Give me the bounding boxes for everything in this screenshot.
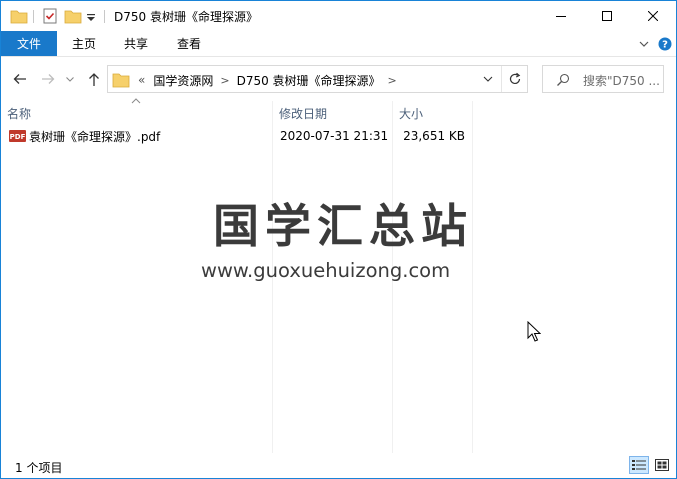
chevron-right-icon[interactable]: > xyxy=(388,74,397,87)
breadcrumb-item[interactable]: 国学资源网 xyxy=(153,72,213,89)
tab-share[interactable]: 共享 xyxy=(124,31,148,56)
pdf-file-icon: PDF xyxy=(9,130,26,142)
maximize-icon xyxy=(602,11,612,21)
column-label: 修改日期 xyxy=(279,106,328,121)
minimize-icon xyxy=(556,16,566,17)
overflow-crumbs[interactable]: « xyxy=(138,73,145,87)
chevron-down-icon[interactable] xyxy=(477,66,499,92)
separator xyxy=(33,10,34,23)
watermark-url: www.guoxuehuizong.com xyxy=(201,258,451,282)
tab-home[interactable]: 主页 xyxy=(72,31,96,56)
forward-icon[interactable] xyxy=(39,70,57,88)
new-folder-icon[interactable] xyxy=(64,7,82,25)
expand-ribbon-icon[interactable] xyxy=(636,36,652,52)
help-icon[interactable]: ? xyxy=(657,36,673,52)
search-placeholder: 搜索"D750 ... xyxy=(583,74,660,88)
folder-icon xyxy=(112,72,130,88)
address-bar[interactable]: « 国学资源网 > D750 袁树珊《命理探源》 > xyxy=(107,65,528,93)
folder-icon[interactable] xyxy=(10,7,28,25)
sort-ascending-icon xyxy=(131,98,141,104)
column-header-modified[interactable]: 修改日期 xyxy=(273,101,391,125)
breadcrumb-item[interactable]: D750 袁树珊《命理探源》 xyxy=(237,72,381,89)
refresh-icon[interactable] xyxy=(501,66,528,92)
window-title: D750 袁树珊《命理探源》 xyxy=(114,10,258,24)
large-icons-view-icon[interactable] xyxy=(652,456,672,474)
column-label: 大小 xyxy=(399,106,424,121)
ribbon-tabs: 文件 主页 共享 查看 ? xyxy=(1,31,676,57)
watermark-title: 国学汇总站 xyxy=(213,199,473,253)
explorer-window: D750 袁树珊《命理探源》 文件 主页 共享 查看 ? « 国学资源网 > D… xyxy=(0,0,677,479)
close-button[interactable] xyxy=(630,1,676,31)
column-label: 名称 xyxy=(7,106,32,121)
svg-text:?: ? xyxy=(662,40,668,51)
file-list-view[interactable]: 名称 修改日期 大小 PDF 袁树珊《命理探源》.pdf 2020-07-31 … xyxy=(1,98,676,453)
status-bar: 1 个项目 xyxy=(1,453,676,478)
file-name[interactable]: 袁树珊《命理探源》.pdf xyxy=(29,125,160,147)
customize-qat-icon[interactable] xyxy=(85,7,97,25)
close-icon xyxy=(648,11,658,21)
up-icon[interactable] xyxy=(85,70,103,88)
properties-icon[interactable] xyxy=(41,7,59,25)
tab-view[interactable]: 查看 xyxy=(177,31,201,56)
mouse-cursor-icon xyxy=(527,321,541,342)
minimize-button[interactable] xyxy=(538,1,584,31)
search-box[interactable]: 搜索"D750 ... xyxy=(542,65,664,93)
column-header-name[interactable]: 名称 xyxy=(1,98,271,125)
maximize-button[interactable] xyxy=(584,1,630,31)
separator xyxy=(104,10,105,23)
file-size: 23,651 KB xyxy=(403,129,465,143)
chevron-right-icon[interactable]: > xyxy=(220,74,229,87)
file-modified: 2020-07-31 21:31 xyxy=(280,129,389,143)
recent-locations-icon[interactable] xyxy=(64,70,76,88)
details-view-icon[interactable] xyxy=(629,456,649,474)
column-header-size[interactable]: 大小 xyxy=(393,101,471,125)
svg-text:PDF: PDF xyxy=(10,133,26,141)
title-bar[interactable]: D750 袁树珊《命理探源》 xyxy=(1,1,676,31)
item-count: 1 个项目 xyxy=(15,461,63,475)
search-icon xyxy=(555,72,571,88)
back-icon[interactable] xyxy=(11,70,29,88)
table-row[interactable]: PDF 袁树珊《命理探源》.pdf 2020-07-31 21:31 23,65… xyxy=(1,125,471,147)
navigation-bar: « 国学资源网 > D750 袁树珊《命理探源》 > 搜索"D750 ... xyxy=(1,57,676,101)
tab-file[interactable]: 文件 xyxy=(1,31,57,56)
